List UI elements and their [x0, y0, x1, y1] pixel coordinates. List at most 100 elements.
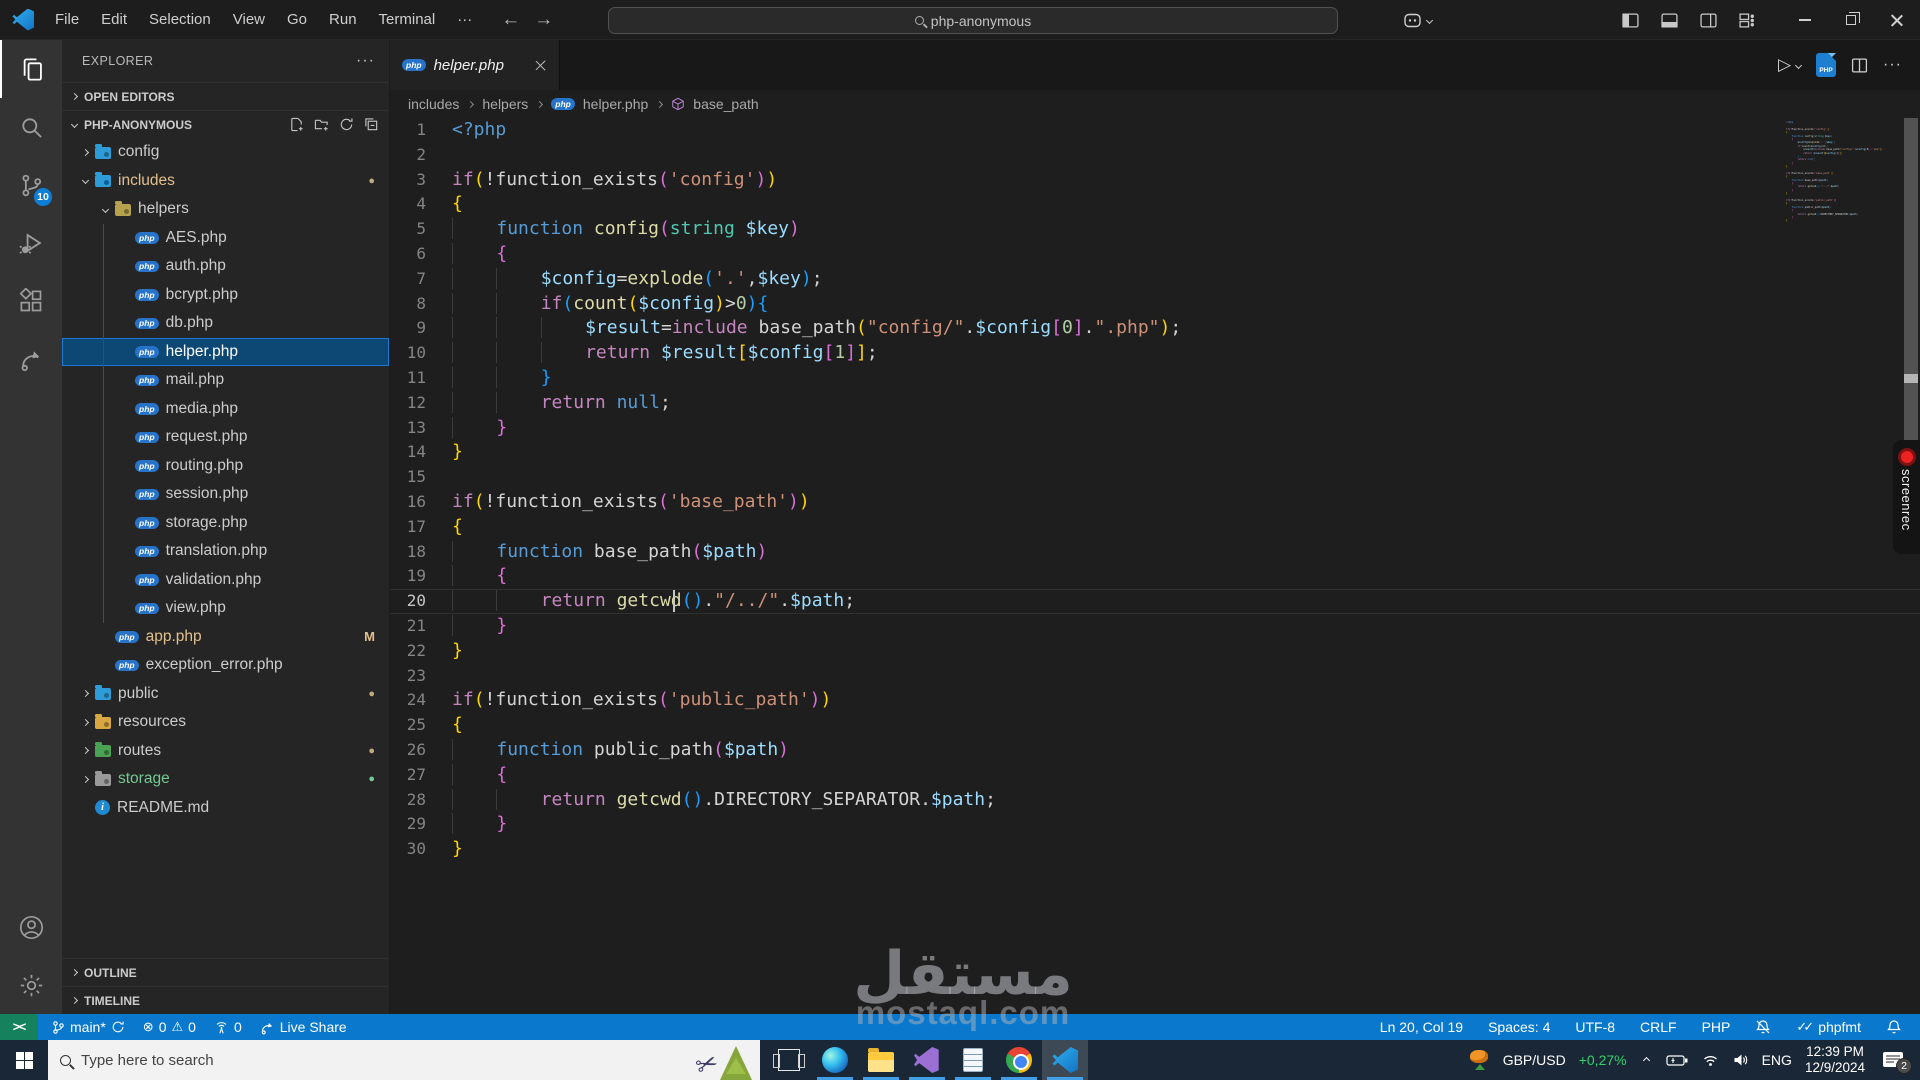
activity-explorer[interactable]	[0, 40, 62, 98]
breadcrumb-includes[interactable]: includes	[408, 96, 459, 112]
copilot-button[interactable]	[1403, 13, 1434, 28]
code-editor[interactable]: 1 <?php 2 3 if(!function_exists('config')) 4{…	[390, 118, 1920, 1014]
dock-handle[interactable]	[1904, 374, 1918, 383]
battery-icon[interactable]	[1665, 1054, 1689, 1067]
action-center-button[interactable]: 2	[1882, 1051, 1912, 1074]
code-line-22[interactable]: 22}	[390, 639, 1920, 664]
code-line-19[interactable]: 19 {	[390, 564, 1920, 589]
toggle-secondary-sidebar-icon[interactable]	[1700, 12, 1717, 29]
tree-item-helpers[interactable]: helpers	[62, 195, 389, 224]
tree-item-README.md[interactable]: i README.md	[62, 794, 389, 823]
open-editors-section[interactable]: OPEN EDITORS	[62, 82, 389, 110]
remote-indicator[interactable]: ><	[0, 1014, 38, 1040]
formatter-indicator[interactable]: ✓✓ phpfmt	[1792, 1014, 1865, 1040]
restore-button[interactable]	[1828, 0, 1874, 40]
language-mode[interactable]: PHP	[1698, 1014, 1735, 1040]
taskbar-edge[interactable]	[812, 1040, 858, 1080]
code-line-25[interactable]: 25{	[390, 713, 1920, 738]
branch-indicator[interactable]: main*	[48, 1014, 129, 1040]
tree-item-routing.php[interactable]: php routing.php	[62, 451, 389, 480]
taskbar-vscode[interactable]	[1042, 1040, 1088, 1080]
code-line-28[interactable]: 28 return getcwd().DIRECTORY_SEPARATOR.$…	[390, 788, 1920, 813]
menu-edit[interactable]: Edit	[90, 6, 138, 34]
command-center-search[interactable]: php-anonymous	[608, 7, 1338, 34]
new-file-icon[interactable]	[289, 117, 304, 132]
keyboard-language[interactable]: ENG	[1762, 1052, 1792, 1068]
code-line-10[interactable]: 10 return $result[$config[1]];	[390, 341, 1920, 366]
activity-live-share[interactable]	[0, 330, 62, 388]
code-line-26[interactable]: 26 function public_path($path)	[390, 738, 1920, 763]
code-line-7[interactable]: 7 $config=explode('.',$key);	[390, 267, 1920, 292]
taskbar-task-view[interactable]	[766, 1040, 812, 1080]
explorer-more-actions[interactable]: ···	[356, 52, 375, 70]
recorder-dock-strip[interactable]	[1904, 118, 1918, 440]
tree-item-mail.php[interactable]: php mail.php	[62, 366, 389, 395]
code-line-29[interactable]: 29 }	[390, 812, 1920, 837]
ticker-symbol[interactable]: GBP/USD	[1503, 1052, 1566, 1068]
tree-item-helper.php[interactable]: php helper.php	[62, 337, 389, 366]
tree-item-storage.php[interactable]: php storage.php	[62, 508, 389, 537]
menu-selection[interactable]: Selection	[138, 6, 222, 34]
menu-terminal[interactable]: Terminal	[368, 6, 447, 34]
tree-item-bcrypt.php[interactable]: php bcrypt.php	[62, 280, 389, 309]
menu-file[interactable]: File	[44, 6, 90, 34]
tree-item-view.php[interactable]: php view.php	[62, 594, 389, 623]
new-folder-icon[interactable]	[314, 117, 329, 132]
eol-indicator[interactable]: CRLF	[1636, 1014, 1681, 1040]
code-line-2[interactable]: 2	[390, 143, 1920, 168]
toggle-panel-icon[interactable]	[1661, 12, 1678, 29]
tray-expand-icon[interactable]	[1642, 1056, 1650, 1064]
breadcrumb-file[interactable]: helper.php	[583, 96, 648, 112]
tree-item-AES.php[interactable]: php AES.php	[62, 223, 389, 252]
problems-indicator[interactable]: ⊗ 0 ⚠ 0	[139, 1014, 200, 1040]
tree-item-translation.php[interactable]: php translation.php	[62, 537, 389, 566]
tree-item-storage[interactable]: storage ●	[62, 765, 389, 794]
code-line-12[interactable]: 12 return null;	[390, 391, 1920, 416]
code-line-17[interactable]: 17{	[390, 515, 1920, 540]
taskbar-chrome[interactable]	[996, 1040, 1042, 1080]
taskbar-search[interactable]: Type here to search ✂	[48, 1040, 760, 1080]
code-line-20[interactable]: 20 return getcwd()."/../".$path;	[390, 589, 1920, 614]
menu-more[interactable]: ···	[446, 6, 483, 34]
code-line-9[interactable]: 9 $result=include base_path("config/".$c…	[390, 316, 1920, 341]
wifi-icon[interactable]	[1702, 1054, 1719, 1067]
collapse-all-icon[interactable]	[364, 117, 379, 132]
start-button[interactable]	[0, 1040, 48, 1080]
close-button[interactable]	[1874, 0, 1920, 40]
refresh-icon[interactable]	[339, 117, 354, 132]
code-line-6[interactable]: 6 {	[390, 242, 1920, 267]
code-line-24[interactable]: 24 if(!function_exists('public_path'))	[390, 688, 1920, 713]
code-line-27[interactable]: 27 {	[390, 763, 1920, 788]
taskbar-visual-studio[interactable]	[904, 1040, 950, 1080]
live-share-button[interactable]: Live Share	[256, 1014, 351, 1040]
activity-source-control[interactable]: 10	[0, 156, 62, 214]
minimize-button[interactable]	[1782, 0, 1828, 40]
split-editor-icon[interactable]	[1851, 57, 1868, 74]
notifications-muted-button[interactable]	[1751, 1014, 1775, 1040]
indentation-indicator[interactable]: Spaces: 4	[1484, 1014, 1554, 1040]
code-line-18[interactable]: 18 function base_path($path)	[390, 540, 1920, 565]
php-server-icon[interactable]: PHP	[1816, 53, 1837, 77]
code-line-4[interactable]: 4{	[390, 192, 1920, 217]
menu-view[interactable]: View	[222, 6, 276, 34]
settings-button[interactable]	[0, 956, 62, 1014]
run-button[interactable]: ▷	[1778, 55, 1803, 75]
accounts-button[interactable]	[0, 898, 62, 956]
currency-app-icon[interactable]	[1468, 1050, 1490, 1070]
menu-go[interactable]: Go	[276, 6, 318, 34]
record-dot-icon[interactable]	[1900, 451, 1913, 463]
code-line-1[interactable]: 1 <?php	[390, 118, 1920, 143]
code-line-21[interactable]: 21 }	[390, 614, 1920, 639]
code-line-3[interactable]: 3 if(!function_exists('config'))	[390, 168, 1920, 193]
code-line-23[interactable]: 23	[390, 664, 1920, 689]
tree-item-request.php[interactable]: php request.php	[62, 423, 389, 452]
code-line-5[interactable]: 5 function config(string $key)	[390, 217, 1920, 242]
tree-item-exception_error.php[interactable]: php exception_error.php	[62, 651, 389, 680]
menu-run[interactable]: Run	[318, 6, 368, 34]
code-line-11[interactable]: 11 }	[390, 366, 1920, 391]
outline-section[interactable]: OUTLINE	[62, 958, 389, 986]
speaker-icon[interactable]	[1732, 1053, 1749, 1067]
code-line-14[interactable]: 14}	[390, 440, 1920, 465]
tree-item-db.php[interactable]: php db.php	[62, 309, 389, 338]
tree-item-includes[interactable]: includes ●	[62, 167, 389, 196]
